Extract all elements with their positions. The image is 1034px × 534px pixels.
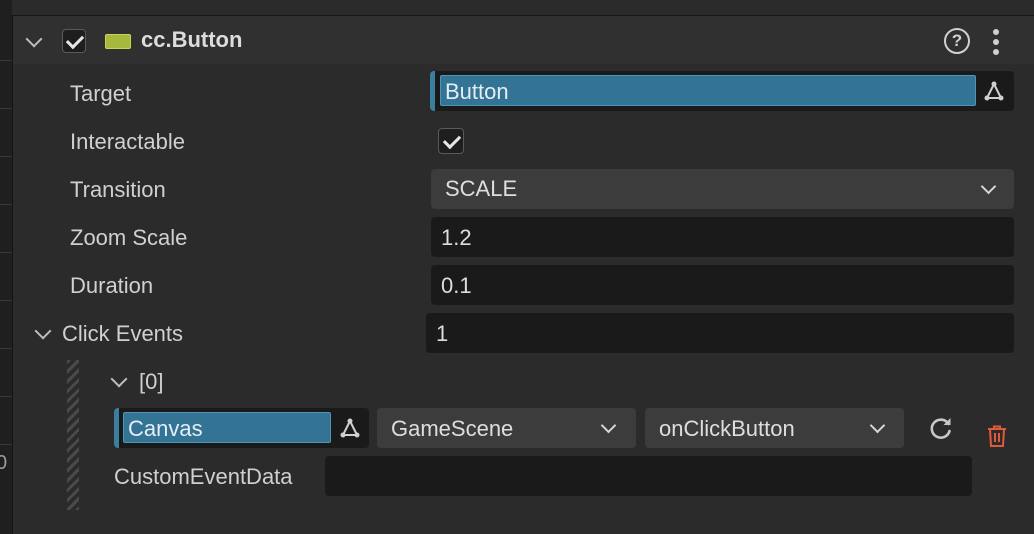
- transition-label: Transition: [70, 177, 166, 202]
- event-handler-select[interactable]: onClickButton: [645, 408, 904, 448]
- transition-select[interactable]: SCALE: [431, 169, 1014, 209]
- event-handler-value: onClickButton: [659, 416, 795, 441]
- interactable-label: Interactable: [70, 129, 185, 154]
- target-node-field[interactable]: Button: [430, 71, 1014, 111]
- duration-label: Duration: [70, 273, 154, 298]
- button-component-panel: cc.Button ? Target Button Interactable T…: [13, 16, 1034, 534]
- custom-event-data-label: CustomEventData: [114, 464, 293, 489]
- chevron-down-icon[interactable]: [110, 370, 128, 388]
- more-vertical-icon[interactable]: [993, 29, 999, 55]
- event-node-name: Canvas: [128, 416, 203, 441]
- gutter-tick: [0, 252, 12, 253]
- event-node-field[interactable]: Canvas: [114, 408, 369, 448]
- chevron-down-icon: [980, 178, 997, 195]
- left-scene-gutter: 0: [0, 0, 13, 534]
- button-component-icon: [105, 34, 131, 49]
- gutter-tick: [0, 444, 12, 445]
- custom-event-data-input[interactable]: [325, 456, 972, 496]
- gutter-tick: [0, 156, 12, 157]
- duration-value: 0.1: [441, 273, 472, 298]
- component-enabled-checkbox[interactable]: [62, 29, 86, 53]
- zoom-scale-label: Zoom Scale: [70, 225, 188, 250]
- chevron-down-icon[interactable]: [34, 322, 52, 340]
- node-picker-icon[interactable]: [339, 417, 361, 439]
- target-label: Target: [70, 81, 132, 106]
- gutter-tick: [0, 300, 12, 301]
- help-circle-icon[interactable]: ?: [944, 28, 970, 54]
- gutter-tick: [0, 396, 12, 397]
- node-ref-accent: [114, 408, 119, 448]
- duration-input[interactable]: 0.1: [431, 265, 1014, 305]
- component-title: cc.Button: [141, 27, 243, 52]
- gutter-tick: [0, 108, 12, 109]
- target-node-name: Button: [445, 79, 509, 104]
- zoom-scale-value: 1.2: [441, 225, 472, 250]
- event-node-chip[interactable]: Canvas: [123, 412, 331, 443]
- gutter-tick: [0, 204, 12, 205]
- click-events-label: Click Events: [62, 321, 184, 346]
- zoom-scale-input[interactable]: 1.2: [431, 217, 1014, 257]
- component-header[interactable]: cc.Button ?: [13, 16, 1034, 64]
- check-icon: [442, 130, 462, 150]
- target-node-chip[interactable]: Button: [440, 75, 976, 106]
- node-picker-icon[interactable]: [983, 80, 1005, 102]
- previous-section-strip: [12, 0, 1034, 16]
- node-ref-accent: [430, 71, 435, 111]
- gutter-tick: [0, 348, 12, 349]
- transition-value: SCALE: [445, 176, 518, 201]
- interactable-checkbox[interactable]: [438, 128, 464, 154]
- event-index-label: [0]: [139, 369, 164, 394]
- refresh-icon[interactable]: [928, 415, 954, 441]
- event-component-value: GameScene: [391, 416, 514, 441]
- event-component-select[interactable]: GameScene: [377, 408, 636, 448]
- check-icon: [65, 30, 85, 50]
- trash-icon[interactable]: [986, 424, 1008, 448]
- array-indent-guide: [67, 360, 79, 510]
- gutter-edge-text: 0: [0, 452, 8, 474]
- gutter-tick: [0, 60, 12, 61]
- click-events-count: 1: [436, 321, 449, 346]
- chevron-down-icon: [869, 417, 886, 434]
- chevron-down-icon: [600, 417, 617, 434]
- chevron-down-icon[interactable]: [25, 30, 43, 48]
- click-events-count-input[interactable]: 1: [426, 313, 1014, 353]
